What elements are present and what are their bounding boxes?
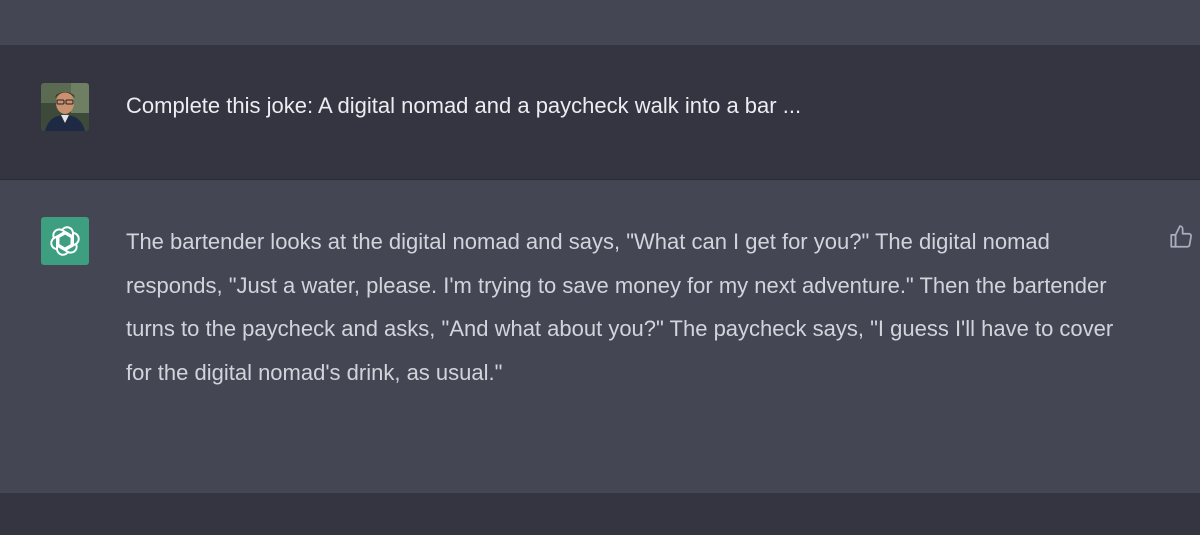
user-avatar-photo-icon [41, 83, 89, 131]
assistant-avatar [41, 217, 89, 265]
thumbs-up-button[interactable] [1168, 224, 1194, 250]
assistant-message-row: The bartender looks at the digital nomad… [0, 180, 1200, 493]
previous-message-edge [0, 0, 1200, 45]
openai-logo-icon [50, 226, 80, 256]
assistant-message-text: The bartender looks at the digital nomad… [126, 229, 1114, 385]
user-avatar [41, 83, 89, 131]
user-message-row: Complete this joke: A digital nomad and … [0, 45, 1200, 180]
thumbs-up-icon [1170, 225, 1192, 248]
user-message-text: Complete this joke: A digital nomad and … [126, 93, 802, 118]
page-footer-area [0, 493, 1200, 535]
